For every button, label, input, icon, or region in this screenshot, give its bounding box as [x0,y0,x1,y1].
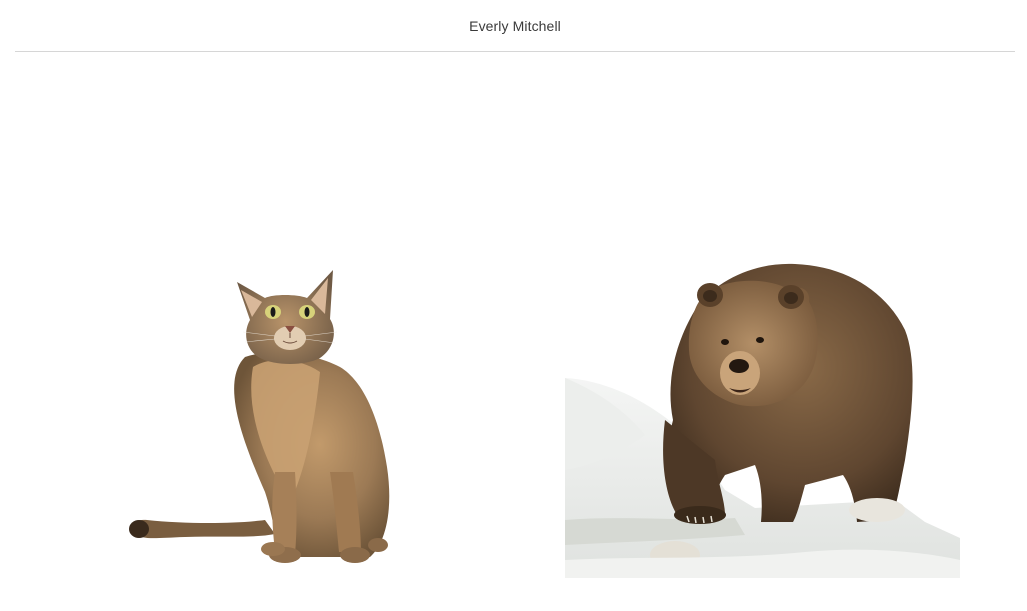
page-title: Everly Mitchell [469,18,561,34]
bear-image-card[interactable] [565,260,960,580]
cat-image-card[interactable] [125,262,395,572]
cat-image [129,270,390,563]
header-bar: Everly Mitchell [15,0,1015,52]
bear-image [565,263,960,578]
